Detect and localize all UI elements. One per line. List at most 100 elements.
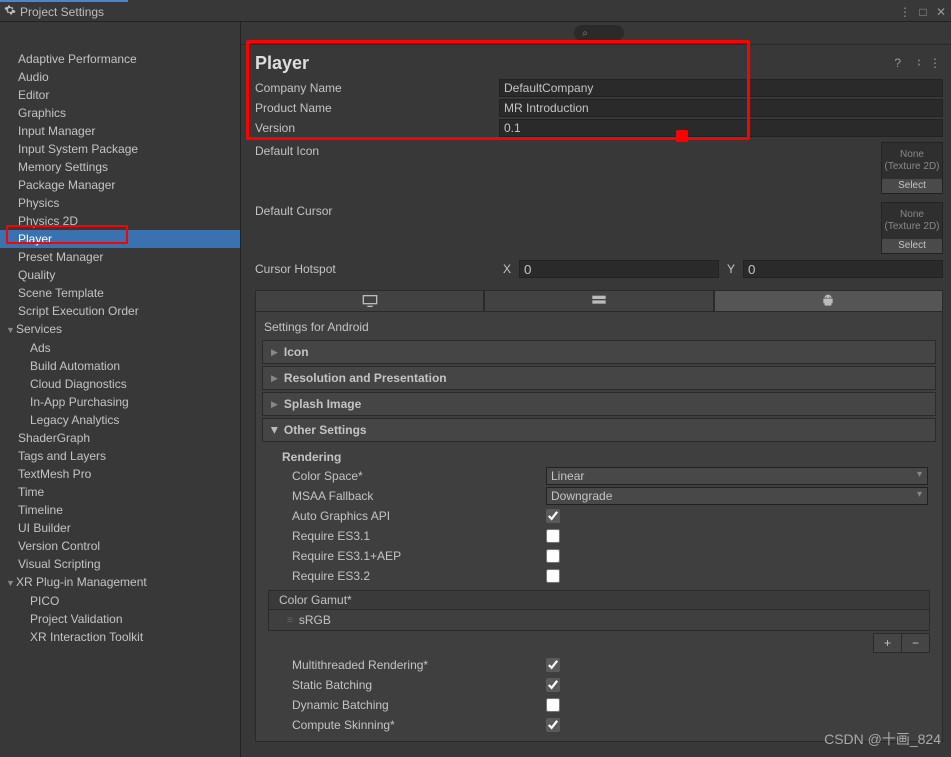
product-name-input[interactable] (499, 99, 943, 117)
search-icon: ⌕ (582, 28, 588, 39)
close-icon[interactable]: ✕ (935, 5, 947, 19)
color-gamut-item[interactable]: ≡ sRGB (268, 610, 930, 631)
sidebar-item[interactable]: Player (0, 230, 240, 248)
sidebar-item[interactable]: Graphics (0, 104, 240, 122)
default-cursor-field[interactable]: None(Texture 2D) Select (881, 202, 943, 254)
es31aep-label: Require ES3.1+AEP (292, 549, 546, 563)
sidebar-item[interactable]: Version Control (0, 537, 240, 555)
add-gamut-button[interactable]: + (874, 634, 901, 652)
default-icon-label: Default Icon (255, 142, 499, 194)
cursor-hotspot-label: Cursor Hotspot (255, 262, 499, 276)
sidebar-item[interactable]: Visual Scripting (0, 555, 240, 573)
msaa-label: MSAA Fallback (292, 489, 546, 503)
grip-icon: ≡ (287, 615, 293, 626)
sidebar-item[interactable]: Timeline (0, 501, 240, 519)
menu-icon[interactable]: ⋮ (929, 56, 941, 71)
msaa-select[interactable]: Downgrade (546, 487, 928, 505)
company-name-input[interactable] (499, 79, 943, 97)
sidebar-item[interactable]: Legacy Analytics (0, 411, 240, 429)
more-icon[interactable]: ⋮ (899, 5, 911, 19)
chevron-right-icon: ▶ (271, 347, 278, 358)
platform-tabs (255, 290, 943, 312)
mt-render-label: Multithreaded Rendering* (292, 658, 546, 672)
color-space-select[interactable]: Linear (546, 467, 928, 485)
es31aep-checkbox[interactable] (546, 549, 560, 563)
sidebar-item[interactable]: Package Manager (0, 176, 240, 194)
sidebar-item[interactable]: Time (0, 483, 240, 501)
settings-icon[interactable] (909, 56, 921, 71)
sidebar-item[interactable]: Editor (0, 86, 240, 104)
sidebar: Adaptive PerformanceAudioEditorGraphicsI… (0, 22, 241, 757)
tab-standalone[interactable] (255, 290, 484, 312)
sidebar-item[interactable]: Physics (0, 194, 240, 212)
titlebar: Project Settings ⋮ □ ✕ (0, 2, 951, 22)
es32-checkbox[interactable] (546, 569, 560, 583)
sidebar-item[interactable]: Script Execution Order (0, 302, 240, 320)
gear-icon (4, 4, 16, 19)
help-icon[interactable]: ? (894, 56, 901, 71)
window-controls: ⋮ □ ✕ (899, 5, 947, 19)
window-title: Project Settings (20, 5, 899, 19)
content: ⌕ Player ? ⋮ Company Name Product N (241, 22, 951, 757)
sidebar-item[interactable]: Quality (0, 266, 240, 284)
sidebar-item[interactable]: In-App Purchasing (0, 393, 240, 411)
foldout-resolution[interactable]: ▶ Resolution and Presentation (262, 366, 936, 390)
sidebar-item[interactable]: Preset Manager (0, 248, 240, 266)
sidebar-item[interactable]: Input Manager (0, 122, 240, 140)
sidebar-item[interactable]: Build Automation (0, 357, 240, 375)
maximize-icon[interactable]: □ (917, 5, 929, 19)
sidebar-item[interactable]: PICO (0, 592, 240, 610)
page-title: Player (255, 53, 894, 74)
tab-server[interactable] (484, 290, 713, 312)
auto-gapi-checkbox[interactable] (546, 509, 560, 523)
foldout-icon[interactable]: ▶ Icon (262, 340, 936, 364)
sidebar-item[interactable]: Scene Template (0, 284, 240, 302)
sidebar-item[interactable]: ShaderGraph (0, 429, 240, 447)
sidebar-item[interactable]: ▼XR Plug-in Management (0, 573, 240, 592)
sidebar-item[interactable]: Project Validation (0, 610, 240, 628)
select-icon-button[interactable]: Select (882, 179, 942, 193)
sidebar-item[interactable]: Memory Settings (0, 158, 240, 176)
default-cursor-label: Default Cursor (255, 202, 499, 254)
sidebar-item[interactable]: TextMesh Pro (0, 465, 240, 483)
mt-render-checkbox[interactable] (546, 658, 560, 672)
es31-label: Require ES3.1 (292, 529, 546, 543)
sidebar-item[interactable]: ▼Services (0, 320, 240, 339)
chevron-right-icon: ▶ (271, 399, 278, 410)
hotspot-x-input[interactable] (519, 260, 719, 278)
product-name-label: Product Name (255, 101, 499, 115)
version-label: Version (255, 121, 499, 135)
version-input[interactable] (499, 119, 943, 137)
remove-gamut-button[interactable]: − (901, 634, 929, 652)
sidebar-item[interactable]: Audio (0, 68, 240, 86)
sidebar-item[interactable]: UI Builder (0, 519, 240, 537)
sidebar-item[interactable]: Tags and Layers (0, 447, 240, 465)
sidebar-item[interactable]: Adaptive Performance (0, 50, 240, 68)
foldout-splash[interactable]: ▶ Splash Image (262, 392, 936, 416)
es31-checkbox[interactable] (546, 529, 560, 543)
static-batch-label: Static Batching (292, 678, 546, 692)
settings-for-label: Settings for Android (256, 316, 942, 338)
sidebar-item[interactable]: Ads (0, 339, 240, 357)
static-batch-checkbox[interactable] (546, 678, 560, 692)
chevron-right-icon: ▶ (271, 373, 278, 384)
chevron-down-icon: ▶ (269, 427, 280, 434)
foldout-other[interactable]: ▶ Other Settings (262, 418, 936, 442)
compute-skin-checkbox[interactable] (546, 718, 560, 732)
auto-gapi-label: Auto Graphics API (292, 509, 546, 523)
search-bar: ⌕ (241, 22, 951, 45)
sidebar-item[interactable]: XR Interaction Toolkit (0, 628, 240, 646)
sidebar-item[interactable]: Cloud Diagnostics (0, 375, 240, 393)
hotspot-y-input[interactable] (743, 260, 943, 278)
es32-label: Require ES3.2 (292, 569, 546, 583)
compute-skin-label: Compute Skinning* (292, 718, 546, 732)
select-cursor-button[interactable]: Select (882, 239, 942, 253)
sidebar-item[interactable]: Input System Package (0, 140, 240, 158)
company-name-label: Company Name (255, 81, 499, 95)
sidebar-item[interactable]: Physics 2D (0, 212, 240, 230)
watermark: CSDN @十画_824 (824, 729, 941, 749)
annotation-handle (676, 130, 688, 142)
dyn-batch-checkbox[interactable] (546, 698, 560, 712)
tab-android[interactable] (714, 290, 943, 312)
default-icon-field[interactable]: None(Texture 2D) Select (881, 142, 943, 194)
